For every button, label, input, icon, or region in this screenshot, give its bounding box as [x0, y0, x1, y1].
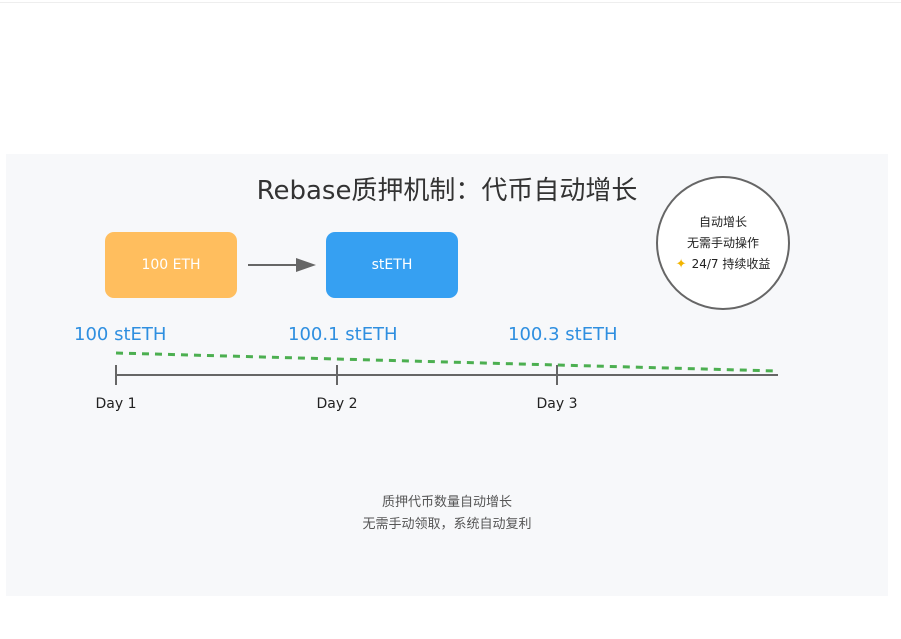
- day-label-2: Day 2: [316, 396, 358, 412]
- caption-line-2: 无需手动领取，系统自动复利: [362, 517, 532, 532]
- badge-line-1: 自动增长: [698, 214, 747, 229]
- sparkle-icon: ✦: [675, 256, 687, 272]
- value-label-day2: 100.1 stETH: [288, 324, 398, 345]
- day-label-1: Day 1: [95, 396, 137, 412]
- value-label-day1: 100 stETH: [74, 324, 167, 345]
- badge-line-3: 24/7 持续收益: [691, 256, 771, 271]
- conversion-arrow: [248, 258, 316, 272]
- badge-line-2: 无需手动操作: [686, 235, 759, 250]
- growth-trend-line: [115, 351, 778, 373]
- diagram-graphics: [115, 258, 778, 385]
- day-label-3: Day 3: [536, 396, 578, 412]
- caption: 质押代币数量自动增长 无需手动领取，系统自动复利: [0, 492, 894, 536]
- badge-line-3-row: ✦ 24/7 持续收益: [676, 254, 771, 275]
- arrow-head: [296, 258, 316, 272]
- auto-growth-badge: 自动增长 无需手动操作 ✦ 24/7 持续收益: [656, 176, 790, 310]
- caption-line-1: 质押代币数量自动增长: [381, 495, 512, 510]
- value-label-day3: 100.3 stETH: [508, 324, 618, 345]
